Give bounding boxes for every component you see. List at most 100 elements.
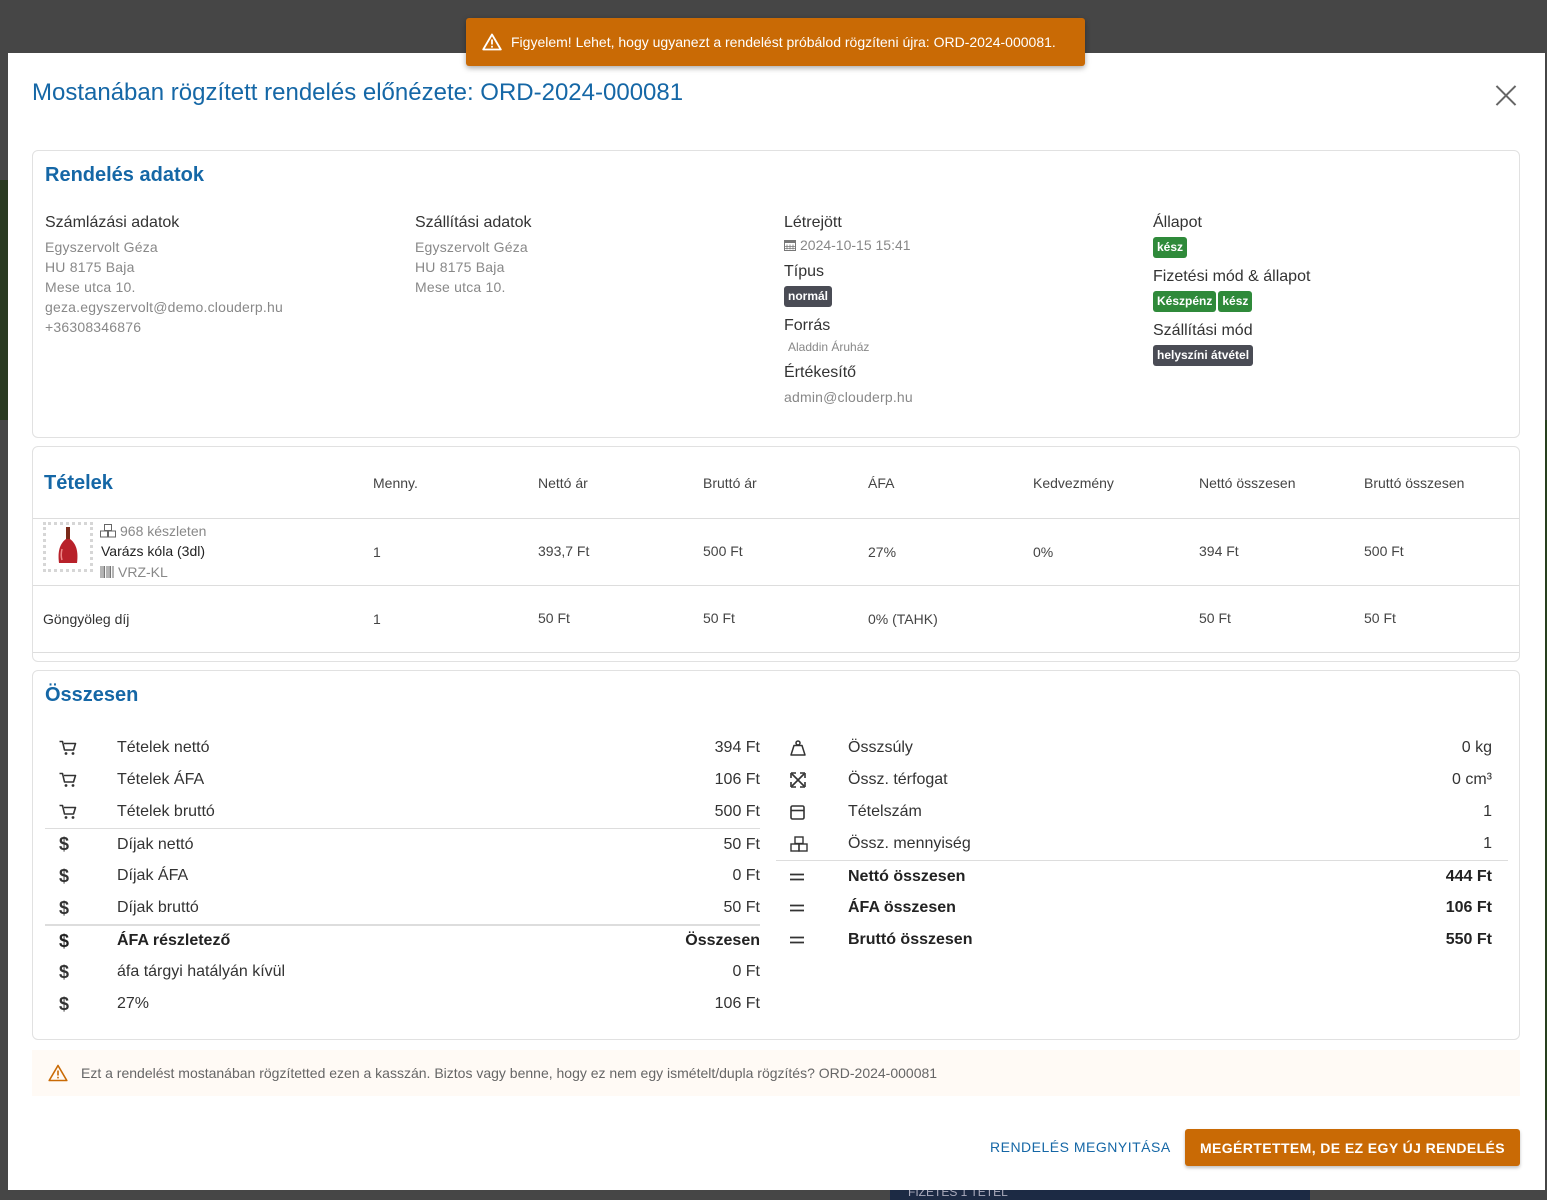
column-header: Nettó ár bbox=[538, 475, 588, 491]
total-row-label: Össz. térfogat bbox=[848, 771, 948, 788]
gross-price-cell: 50 Ft bbox=[703, 610, 735, 626]
total-row: Tételek bruttó 500 Ft bbox=[45, 796, 760, 828]
total-row: ÁFA összesen 106 Ft bbox=[776, 892, 1508, 924]
total-row-label: Bruttó összesen bbox=[848, 931, 973, 948]
vat-cell: 0% (TAHK) bbox=[868, 611, 938, 627]
billing-phone: +36308346876 bbox=[45, 319, 142, 335]
total-row-label: Össz. mennyiség bbox=[848, 835, 971, 852]
table-row[interactable]: 968 készleten Varázs kóla (3dl) VRZ-KL 1… bbox=[33, 519, 1519, 586]
quantity-cell: 1 bbox=[373, 611, 381, 627]
total-row-label: Tételek nettó bbox=[117, 739, 210, 756]
total-row-amount: 394 Ft bbox=[714, 739, 760, 756]
total-row-amount: 0 kg bbox=[1461, 739, 1492, 756]
weight-icon bbox=[790, 740, 806, 756]
column-header: Nettó összesen bbox=[1199, 475, 1296, 491]
duplicate-warning-message: Ezt a rendelést mostanában rögzítetted e… bbox=[32, 1050, 1520, 1096]
billing-label: Számlázási adatok bbox=[45, 214, 180, 231]
shipping-label: Szállítási adatok bbox=[415, 214, 532, 231]
order-details-title: Rendelés adatok bbox=[45, 164, 204, 186]
total-row: Tételek nettó 394 Ft bbox=[45, 732, 760, 764]
billing-column: Számlázási adatok Egyszervolt Géza HU 81… bbox=[45, 214, 405, 337]
shipping-line: HU 8175 Baja bbox=[415, 259, 505, 275]
total-row-amount: 106 Ft bbox=[714, 995, 760, 1012]
stock-count: 968 készleten bbox=[120, 523, 207, 539]
equals-icon bbox=[790, 904, 804, 912]
dollar-icon: $ bbox=[59, 993, 70, 1014]
items-table-header: Tételek Menny. Nettó ár Bruttó ár ÁFA Ke… bbox=[33, 447, 1519, 519]
boxes-icon bbox=[100, 524, 116, 538]
total-row-label: Tételek ÁFA bbox=[117, 771, 205, 788]
open-order-button[interactable]: RENDELÉS MEGNYITÁSA bbox=[990, 1129, 1171, 1165]
delivery-badge: helyszíni átvétel bbox=[1153, 345, 1254, 366]
dollar-icon: $ bbox=[59, 897, 70, 918]
items-title: Tételek bbox=[44, 472, 113, 494]
payment-method-badge: Készpénz bbox=[1153, 291, 1217, 312]
total-row: $ 27% 106 Ft bbox=[45, 988, 760, 1020]
vat-cell: 27% bbox=[868, 544, 897, 560]
order-preview-modal: Mostanában rögzített rendelés előnézete:… bbox=[8, 53, 1545, 1190]
total-row-label: ÁFA részletező bbox=[117, 932, 231, 949]
column-header: Bruttó összesen bbox=[1364, 475, 1465, 491]
cart-icon bbox=[59, 740, 77, 755]
bottle-icon bbox=[58, 527, 78, 563]
gross-total-cell: 50 Ft bbox=[1364, 610, 1396, 626]
duplicate-warning-toast: Figyelem! Lehet, hogy ugyanezt a rendelé… bbox=[466, 18, 1085, 66]
total-row-label: áfa tárgyi hatályán kívül bbox=[117, 963, 286, 980]
total-row: Tételszám 1 bbox=[776, 796, 1508, 828]
total-row-label: 27% bbox=[117, 995, 150, 1012]
dollar-icon: $ bbox=[59, 930, 70, 951]
calendar-icon bbox=[784, 240, 796, 251]
dollar-icon: $ bbox=[59, 834, 70, 854]
barcode-icon bbox=[100, 566, 114, 578]
billing-line: Egyszervolt Géza bbox=[45, 239, 158, 255]
total-row-amount: 50 Ft bbox=[723, 899, 760, 916]
meta-column: Létrejött 2024-10-15 15:41 Típus normál … bbox=[784, 214, 1144, 407]
billing-line: Mese utca 10. bbox=[45, 279, 136, 295]
total-row-amount: 50 Ft bbox=[723, 835, 760, 853]
total-row: Összsúly 0 kg bbox=[776, 732, 1508, 764]
total-row-label: Díjak bruttó bbox=[117, 899, 199, 916]
total-row-amount: 444 Ft bbox=[1445, 867, 1492, 885]
totals-left-column: Tételek nettó 394 Ft Tételek ÁFA 106 Ft … bbox=[45, 732, 760, 1020]
vat-breakdown-header: $ ÁFA részletező Összesen bbox=[45, 924, 760, 956]
total-row-amount: Összesen bbox=[685, 932, 760, 949]
warning-text: Ezt a rendelést mostanában rögzítetted e… bbox=[81, 1065, 938, 1081]
total-row-amount: 1 bbox=[1483, 803, 1492, 820]
equals-icon bbox=[790, 873, 804, 880]
confirm-new-order-button[interactable]: MEGÉRTETTEM, DE EZ EGY ÚJ RENDELÉS bbox=[1185, 1129, 1520, 1166]
total-row-amount: 106 Ft bbox=[1445, 899, 1492, 916]
column-header: Kedvezmény bbox=[1033, 475, 1114, 491]
product-name[interactable]: Varázs kóla (3dl) bbox=[101, 543, 205, 559]
payment-state-badge: kész bbox=[1218, 291, 1253, 312]
dollar-icon: $ bbox=[59, 961, 70, 982]
cart-icon bbox=[59, 772, 77, 787]
total-row-label: Összsúly bbox=[848, 739, 913, 756]
net-total-cell: 50 Ft bbox=[1199, 610, 1231, 626]
total-row-amount: 500 Ft bbox=[714, 803, 760, 820]
modal-title: Mostanában rögzített rendelés előnézete:… bbox=[32, 79, 684, 106]
total-row: Bruttó összesen 550 Ft bbox=[776, 924, 1508, 956]
total-row-amount: 106 Ft bbox=[714, 771, 760, 788]
total-row-label: Díjak nettó bbox=[117, 835, 194, 853]
status-badge: kész bbox=[1153, 237, 1188, 258]
warning-icon bbox=[48, 1064, 68, 1082]
shipping-line: Mese utca 10. bbox=[415, 279, 506, 295]
delivery-label: Szállítási mód bbox=[1153, 322, 1253, 339]
total-row-amount: 550 Ft bbox=[1445, 931, 1492, 948]
total-row: Tételek ÁFA 106 Ft bbox=[45, 764, 760, 796]
table-row[interactable]: Göngyöleg díj 1 50 Ft 50 Ft 0% (TAHK) 50… bbox=[33, 586, 1519, 653]
expand-icon bbox=[790, 772, 806, 788]
created-value: 2024-10-15 15:41 bbox=[800, 237, 911, 253]
total-row: Nettó összesen 444 Ft bbox=[776, 860, 1508, 892]
total-row: Össz. mennyiség 1 bbox=[776, 828, 1508, 860]
net-price-cell: 393,7 Ft bbox=[538, 543, 590, 559]
type-label: Típus bbox=[784, 263, 825, 280]
total-row-label: Tételek bruttó bbox=[117, 803, 215, 820]
totals-card: Összesen Tételek nettó 394 Ft Tételek ÁF… bbox=[32, 670, 1520, 1040]
net-price-cell: 50 Ft bbox=[538, 610, 570, 626]
toast-text: Figyelem! Lehet, hogy ugyanezt a rendelé… bbox=[511, 34, 1056, 50]
status-label: Állapot bbox=[1153, 214, 1202, 231]
billing-line: HU 8175 Baja bbox=[45, 259, 135, 275]
close-icon[interactable] bbox=[1495, 84, 1517, 106]
box-icon bbox=[790, 804, 805, 820]
